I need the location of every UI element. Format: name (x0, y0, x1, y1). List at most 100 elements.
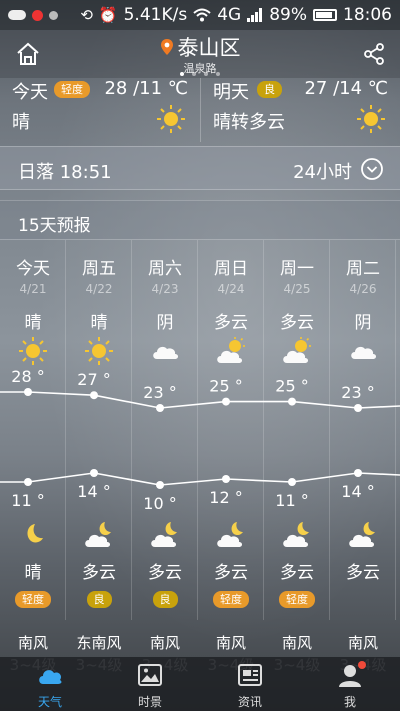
high-temp-line (0, 391, 400, 409)
nav-weather[interactable]: 天气 (0, 657, 100, 711)
battery-percent: 89% (269, 5, 307, 25)
nav-label: 时景 (137, 695, 162, 709)
tomorrow-desc: 晴转多云 (213, 112, 285, 133)
network-speed: 5.41K/s (123, 5, 188, 25)
notification-dot-icon (49, 10, 58, 20)
news-icon (238, 664, 262, 686)
high-temp-label: 25 ° (275, 377, 308, 396)
aqi-badge-wrap: 良 (66, 588, 132, 608)
nav-me[interactable]: 我 (300, 657, 400, 711)
tomorrow-card[interactable]: 明天 良 27 /14 ℃ 晴转多云 (200, 78, 400, 142)
location-pin-icon (160, 39, 173, 55)
night-weather: 多云 (214, 563, 248, 583)
aqi-badge: 良 (152, 591, 178, 608)
page-dot (192, 72, 196, 76)
aqi-badge-wrap: 轻度 (0, 588, 66, 608)
forecast-header: 15天预报 (0, 200, 400, 240)
high-temp-point (24, 388, 32, 396)
low-temp-label: 10 ° (143, 494, 176, 513)
low-temp-point (24, 478, 32, 486)
page-indicator (0, 72, 400, 76)
forecast-title: 15天预报 (18, 216, 91, 236)
header: 泰山区 温泉路 (0, 30, 400, 78)
chevron-down-icon[interactable] (360, 157, 384, 181)
low-temp-label: 11 ° (275, 491, 308, 510)
sun-icon (357, 105, 385, 133)
status-bar: ⟲ ⏰ 5.41K/s 4G 89% 18:06 (0, 0, 400, 30)
nav-label: 资讯 (237, 695, 262, 709)
location-title[interactable]: 泰山区 温泉路 (0, 32, 400, 76)
temperature-curve: 28 ° 11 ° 27 ° 14 ° 23 ° 10 ° 25 ° 12 ° 25 ° 11 °… (0, 367, 400, 513)
sunset-row[interactable]: 日落 18:51 24小时 (0, 146, 400, 190)
today-tomorrow-summary: 今天 轻度 28 /11 ℃ 晴 明天 良 27 /14 ℃ 晴转多云 (0, 78, 400, 142)
aqi-badge: 良 (257, 81, 282, 98)
low-temp-label: 14 ° (77, 482, 110, 501)
share-icon[interactable] (362, 42, 386, 66)
aqi-badge: 轻度 (54, 81, 90, 98)
tomorrow-temp: 27 /14 ℃ (304, 78, 388, 99)
low-temp-point (222, 475, 230, 483)
high-temp-point (90, 391, 98, 400)
night-weather: 多云 (148, 563, 182, 583)
photo-icon (138, 664, 162, 686)
high-temp-label: 28 ° (11, 367, 44, 386)
night-weather: 多云 (82, 563, 116, 583)
night-weather: 多云 (346, 563, 380, 583)
night-weather: 多云 (280, 563, 314, 583)
aqi-badge: 轻度 (15, 591, 51, 608)
notification-dot-icon (32, 9, 43, 21)
battery-icon (313, 9, 337, 21)
high-temp-label: 25 ° (209, 377, 242, 396)
cloud-notification-icon (8, 10, 26, 20)
bottom-nav: 天气 时景 资讯 我 (0, 657, 400, 711)
wind-direction: 南风 (149, 634, 180, 652)
clock: 18:06 (343, 5, 392, 25)
today-desc: 晴 (12, 112, 30, 133)
tomorrow-label: 明天 (213, 82, 249, 103)
alarm-icon: ⏰ (98, 6, 118, 24)
page-dot (180, 72, 184, 76)
notification-badge (358, 661, 366, 669)
low-temp-label: 11 ° (11, 491, 44, 510)
aqi-badge: 轻度 (213, 591, 249, 608)
aqi-badge-wrap: 良 (132, 588, 198, 608)
wifi-icon (193, 8, 211, 22)
today-label: 今天 (12, 82, 48, 103)
weather-cloud-icon (39, 670, 62, 684)
low-temp-line (0, 472, 400, 486)
nav-scenery[interactable]: 时景 (100, 657, 200, 711)
high-temp-point (354, 404, 362, 412)
nav-label: 天气 (37, 695, 62, 709)
low-temp-point (156, 481, 164, 489)
hourly-toggle-label[interactable]: 24小时 (293, 158, 352, 184)
aqi-badge: 轻度 (279, 591, 315, 608)
wind-direction: 南风 (347, 634, 378, 652)
high-temp-point (222, 397, 230, 406)
nav-news[interactable]: 资讯 (200, 657, 300, 711)
wind-direction: 东南风 (76, 634, 122, 652)
page-dot (216, 72, 220, 76)
night-weather: 晴 (24, 563, 42, 583)
aqi-badge-wrap: 轻度 (264, 588, 330, 608)
rotate-lock-icon: ⟲ (80, 6, 93, 24)
aqi-badge-wrap: 轻度 (198, 588, 264, 608)
high-temp-point (288, 397, 296, 406)
low-temp-label: 14 ° (341, 482, 374, 501)
nav-label: 我 (343, 695, 356, 709)
sunset-time: 日落 18:51 (18, 162, 112, 183)
today-temp: 28 /11 ℃ (104, 78, 188, 99)
wind-direction: 南风 (215, 634, 246, 652)
sun-icon (157, 105, 185, 133)
high-temp-label: 23 ° (341, 383, 374, 402)
low-temp-label: 12 ° (209, 488, 242, 507)
page-dot (204, 72, 208, 76)
today-card[interactable]: 今天 轻度 28 /11 ℃ 晴 (0, 78, 200, 142)
high-temp-label: 27 ° (77, 370, 110, 389)
low-temp-point (288, 478, 296, 486)
low-temp-point (354, 469, 362, 477)
network-type: 4G (217, 5, 242, 25)
wind-direction: 南风 (281, 634, 312, 652)
signal-icon (247, 8, 263, 22)
aqi-badge: 良 (86, 591, 112, 608)
city-name: 泰山区 (177, 36, 241, 60)
